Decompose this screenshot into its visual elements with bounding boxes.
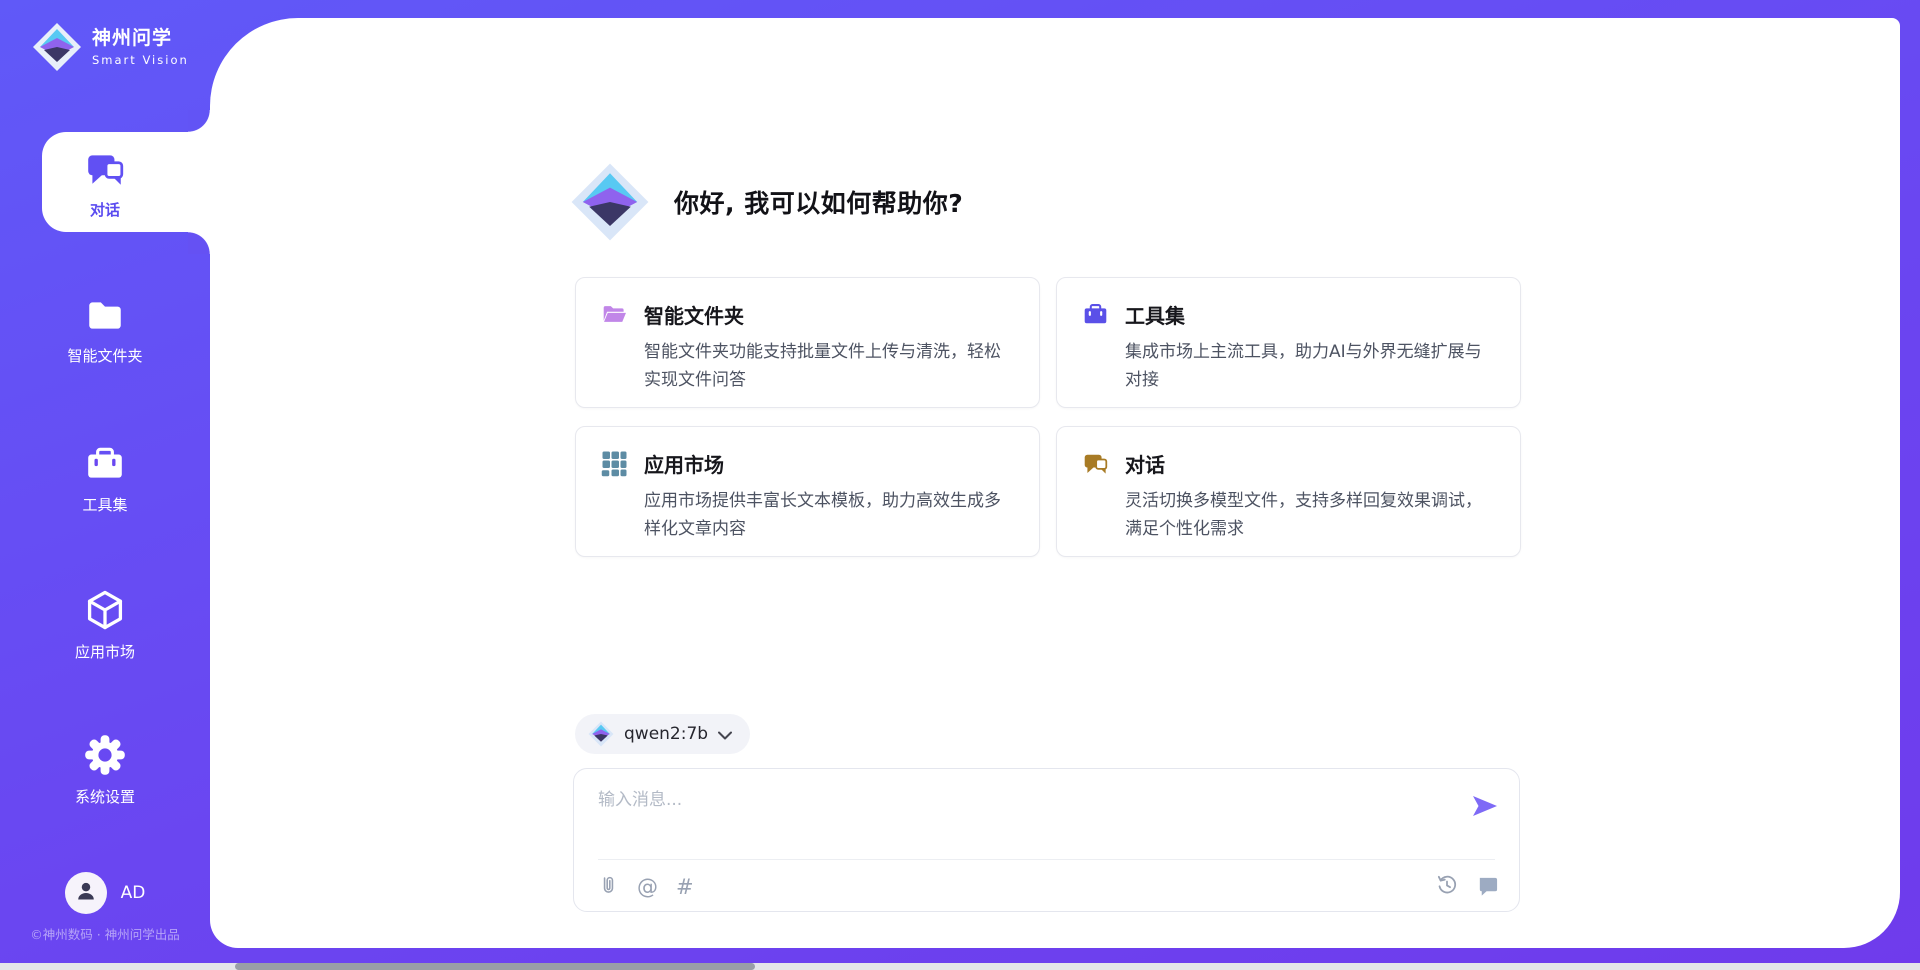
message-composer: @ # [573, 768, 1520, 912]
person-icon [73, 878, 99, 908]
card-header: 应用市场 [601, 449, 1015, 478]
history-button[interactable] [1436, 874, 1458, 900]
composer-divider [598, 859, 1495, 860]
paperclip-icon [598, 874, 619, 901]
sidebar-item-chat[interactable]: 对话 [0, 148, 210, 220]
sidebar-item-label: 系统设置 [0, 786, 210, 807]
card-title: 对话 [1125, 449, 1165, 478]
briefcase-icon [1082, 301, 1109, 328]
toolbar-right-group [1436, 874, 1499, 901]
folder-open-icon [601, 301, 628, 328]
card-description: 集成市场上主流工具，助力AI与外界无缝扩展与对接 [1082, 338, 1496, 394]
folder-icon [83, 321, 127, 340]
hashtag-button[interactable]: # [676, 877, 694, 898]
cube-icon [83, 617, 127, 636]
card-header: 工具集 [1082, 300, 1496, 329]
card-smart-folder[interactable]: 智能文件夹 智能文件夹功能支持批量文件上传与清洗，轻松实现文件问答 [575, 277, 1040, 408]
sidebar-item-settings[interactable]: 系统设置 [0, 733, 210, 807]
card-chat[interactable]: 对话 灵活切换多模型文件，支持多样回复效果调试，满足个性化需求 [1056, 426, 1521, 557]
at-icon: @ [637, 877, 658, 898]
scrollbar-thumb[interactable] [235, 963, 755, 970]
greeting-title: 你好, 我可以如何帮助你? [674, 184, 963, 220]
toolbar-left-group: @ # [598, 874, 694, 901]
app-root: 神州问学 Smart Vision 对话 智能文件夹 [0, 0, 1920, 970]
brand-subtitle: Smart Vision [92, 53, 189, 67]
sidebar-item-label: 对话 [0, 199, 210, 220]
card-description: 应用市场提供丰富长文本模板，助力高效生成多样化文章内容 [601, 487, 1015, 543]
sidebar-item-app-market[interactable]: 应用市场 [0, 588, 210, 662]
avatar [65, 872, 107, 914]
brand-logo-diamond-icon [32, 22, 82, 72]
card-title: 工具集 [1125, 300, 1185, 329]
sidebar: 神州问学 Smart Vision 对话 智能文件夹 [0, 0, 210, 970]
briefcase-icon [83, 470, 127, 489]
card-title: 应用市场 [644, 449, 724, 478]
card-description: 智能文件夹功能支持批量文件上传与清洗，轻松实现文件问答 [601, 338, 1015, 394]
copyright-credit: ©神州数码 · 神州问学出品 [0, 924, 210, 943]
send-icon [1472, 805, 1498, 820]
send-button[interactable] [1471, 795, 1499, 819]
history-icon [1436, 874, 1458, 900]
new-conversation-button[interactable] [1476, 874, 1499, 901]
chat-bubbles-icon [1082, 450, 1109, 477]
greeting: 你好, 我可以如何帮助你? [570, 162, 963, 242]
feature-cards: 智能文件夹 智能文件夹功能支持批量文件上传与清洗，轻松实现文件问答 工具集 集成… [575, 277, 1521, 557]
card-description: 灵活切换多模型文件，支持多样回复效果调试，满足个性化需求 [1082, 487, 1496, 543]
model-name: qwen2:7b [624, 724, 708, 744]
brand-text: 神州问学 Smart Vision [92, 27, 189, 67]
user-account[interactable]: AD [0, 872, 210, 914]
sidebar-item-label: 智能文件夹 [0, 345, 210, 366]
card-header: 智能文件夹 [601, 300, 1015, 329]
chat-bubbles-icon [84, 175, 126, 194]
gear-icon [83, 762, 127, 781]
brand: 神州问学 Smart Vision [32, 22, 189, 72]
sidebar-item-toolkit[interactable]: 工具集 [0, 443, 210, 515]
hash-icon: # [676, 877, 694, 898]
card-app-market[interactable]: 应用市场 应用市场提供丰富长文本模板，助力高效生成多样化文章内容 [575, 426, 1040, 557]
attach-file-button[interactable] [598, 874, 619, 901]
model-logo-icon [588, 721, 614, 747]
card-toolkit[interactable]: 工具集 集成市场上主流工具，助力AI与外界无缝扩展与对接 [1056, 277, 1521, 408]
mention-button[interactable]: @ [637, 877, 658, 898]
sidebar-item-label: 应用市场 [0, 641, 210, 662]
grid-icon [601, 450, 628, 477]
card-header: 对话 [1082, 449, 1496, 478]
model-selector[interactable]: qwen2:7b [575, 714, 750, 754]
message-input[interactable] [598, 785, 1458, 843]
sidebar-item-smart-folder[interactable]: 智能文件夹 [0, 294, 210, 366]
composer-toolbar: @ # [598, 869, 1499, 905]
assistant-logo-diamond-icon [570, 162, 650, 242]
card-title: 智能文件夹 [644, 300, 744, 329]
comment-icon [1476, 874, 1499, 901]
brand-name: 神州问学 [92, 27, 172, 49]
user-name: AD [121, 883, 146, 903]
sidebar-item-label: 工具集 [0, 494, 210, 515]
horizontal-scrollbar[interactable] [0, 963, 1920, 970]
chevron-down-icon [718, 725, 732, 744]
